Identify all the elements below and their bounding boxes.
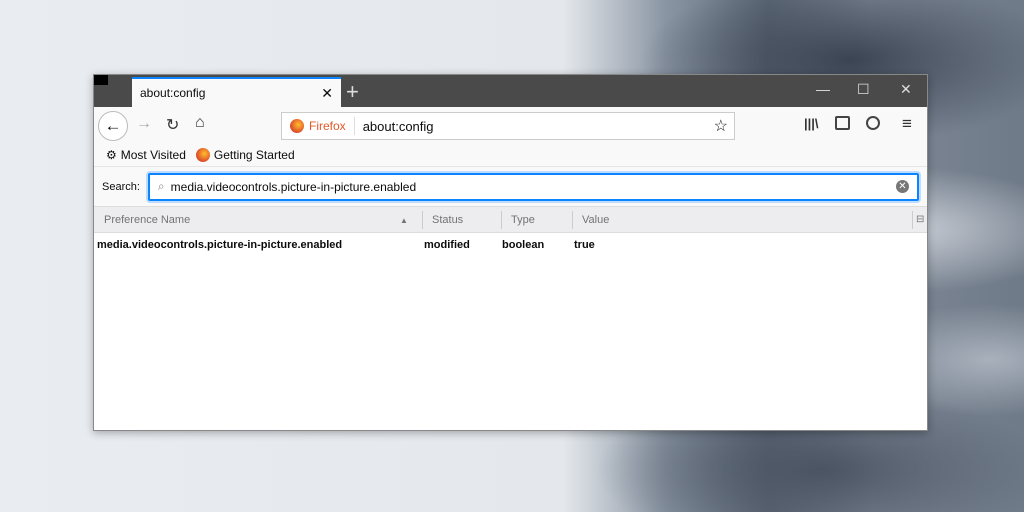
gear-icon: ⚙ [106,148,117,162]
new-tab-button[interactable]: + [346,79,359,105]
bookmarks-toolbar: ⚙ Most Visited Getting Started [94,144,927,166]
sidebar-icon[interactable] [835,116,850,130]
column-preference-name[interactable]: Preference Name [104,214,190,226]
bookmark-getting-started[interactable]: Getting Started [195,148,295,162]
pref-type: boolean [502,239,545,251]
search-area: Search: ⌕ media.videocontrols.picture-in… [94,166,927,206]
column-status[interactable]: Status [432,214,463,226]
url-text[interactable]: about:config [363,119,714,134]
reload-button[interactable]: ↻ [166,115,179,135]
bookmark-star-icon[interactable]: ☆ [714,116,728,136]
maximize-button[interactable]: ☐ [857,81,870,98]
search-input[interactable]: ⌕ media.videocontrols.picture-in-picture… [147,172,919,201]
library-icon[interactable]: |||\ [804,116,819,131]
firefox-logo-icon [290,119,304,133]
bookmark-most-visited[interactable]: ⚙ Most Visited [106,148,186,162]
url-bar[interactable]: Firefox about:config ☆ [281,112,735,140]
column-picker-icon[interactable]: ⊟ [916,214,924,225]
firefox-icon [195,148,210,162]
tab-title: about:config [140,86,206,100]
pref-value: true [574,239,595,251]
forward-button[interactable]: → [136,115,152,133]
close-window-button[interactable]: ✕ [900,81,912,98]
pref-status: modified [424,239,470,251]
identity-label: Firefox [309,119,346,133]
menu-icon[interactable]: ≡ [902,114,912,134]
column-value[interactable]: Value [582,214,609,226]
account-icon[interactable] [866,116,880,130]
minimize-button[interactable]: — [816,81,830,97]
title-bar: about:config ✕ + — ☐ ✕ [94,75,927,107]
search-label: Search: [102,180,140,193]
navigation-toolbar: ← → ↻ ⌂ Firefox about:config ☆ |||\ ≡ [94,107,927,144]
column-type[interactable]: Type [511,214,535,226]
clear-search-icon[interactable]: ✕ [896,180,909,193]
firefox-window: about:config ✕ + — ☐ ✕ ← → ↻ ⌂ Firefox a… [93,74,928,431]
sort-ascending-icon: ▲ [400,216,408,225]
table-header: Preference Name ▲ Status Type Value ⊟ [94,206,927,233]
home-button[interactable]: ⌂ [195,114,205,132]
back-button[interactable]: ← [98,111,128,141]
identity-box[interactable]: Firefox [282,117,355,135]
search-value: media.videocontrols.picture-in-picture.e… [170,179,417,194]
tab-close-icon[interactable]: ✕ [321,85,333,102]
tab-about-config[interactable]: about:config ✕ [132,77,341,107]
search-icon: ⌕ [157,179,165,193]
pref-name: media.videocontrols.picture-in-picture.e… [97,239,343,251]
window-icon [94,75,108,85]
